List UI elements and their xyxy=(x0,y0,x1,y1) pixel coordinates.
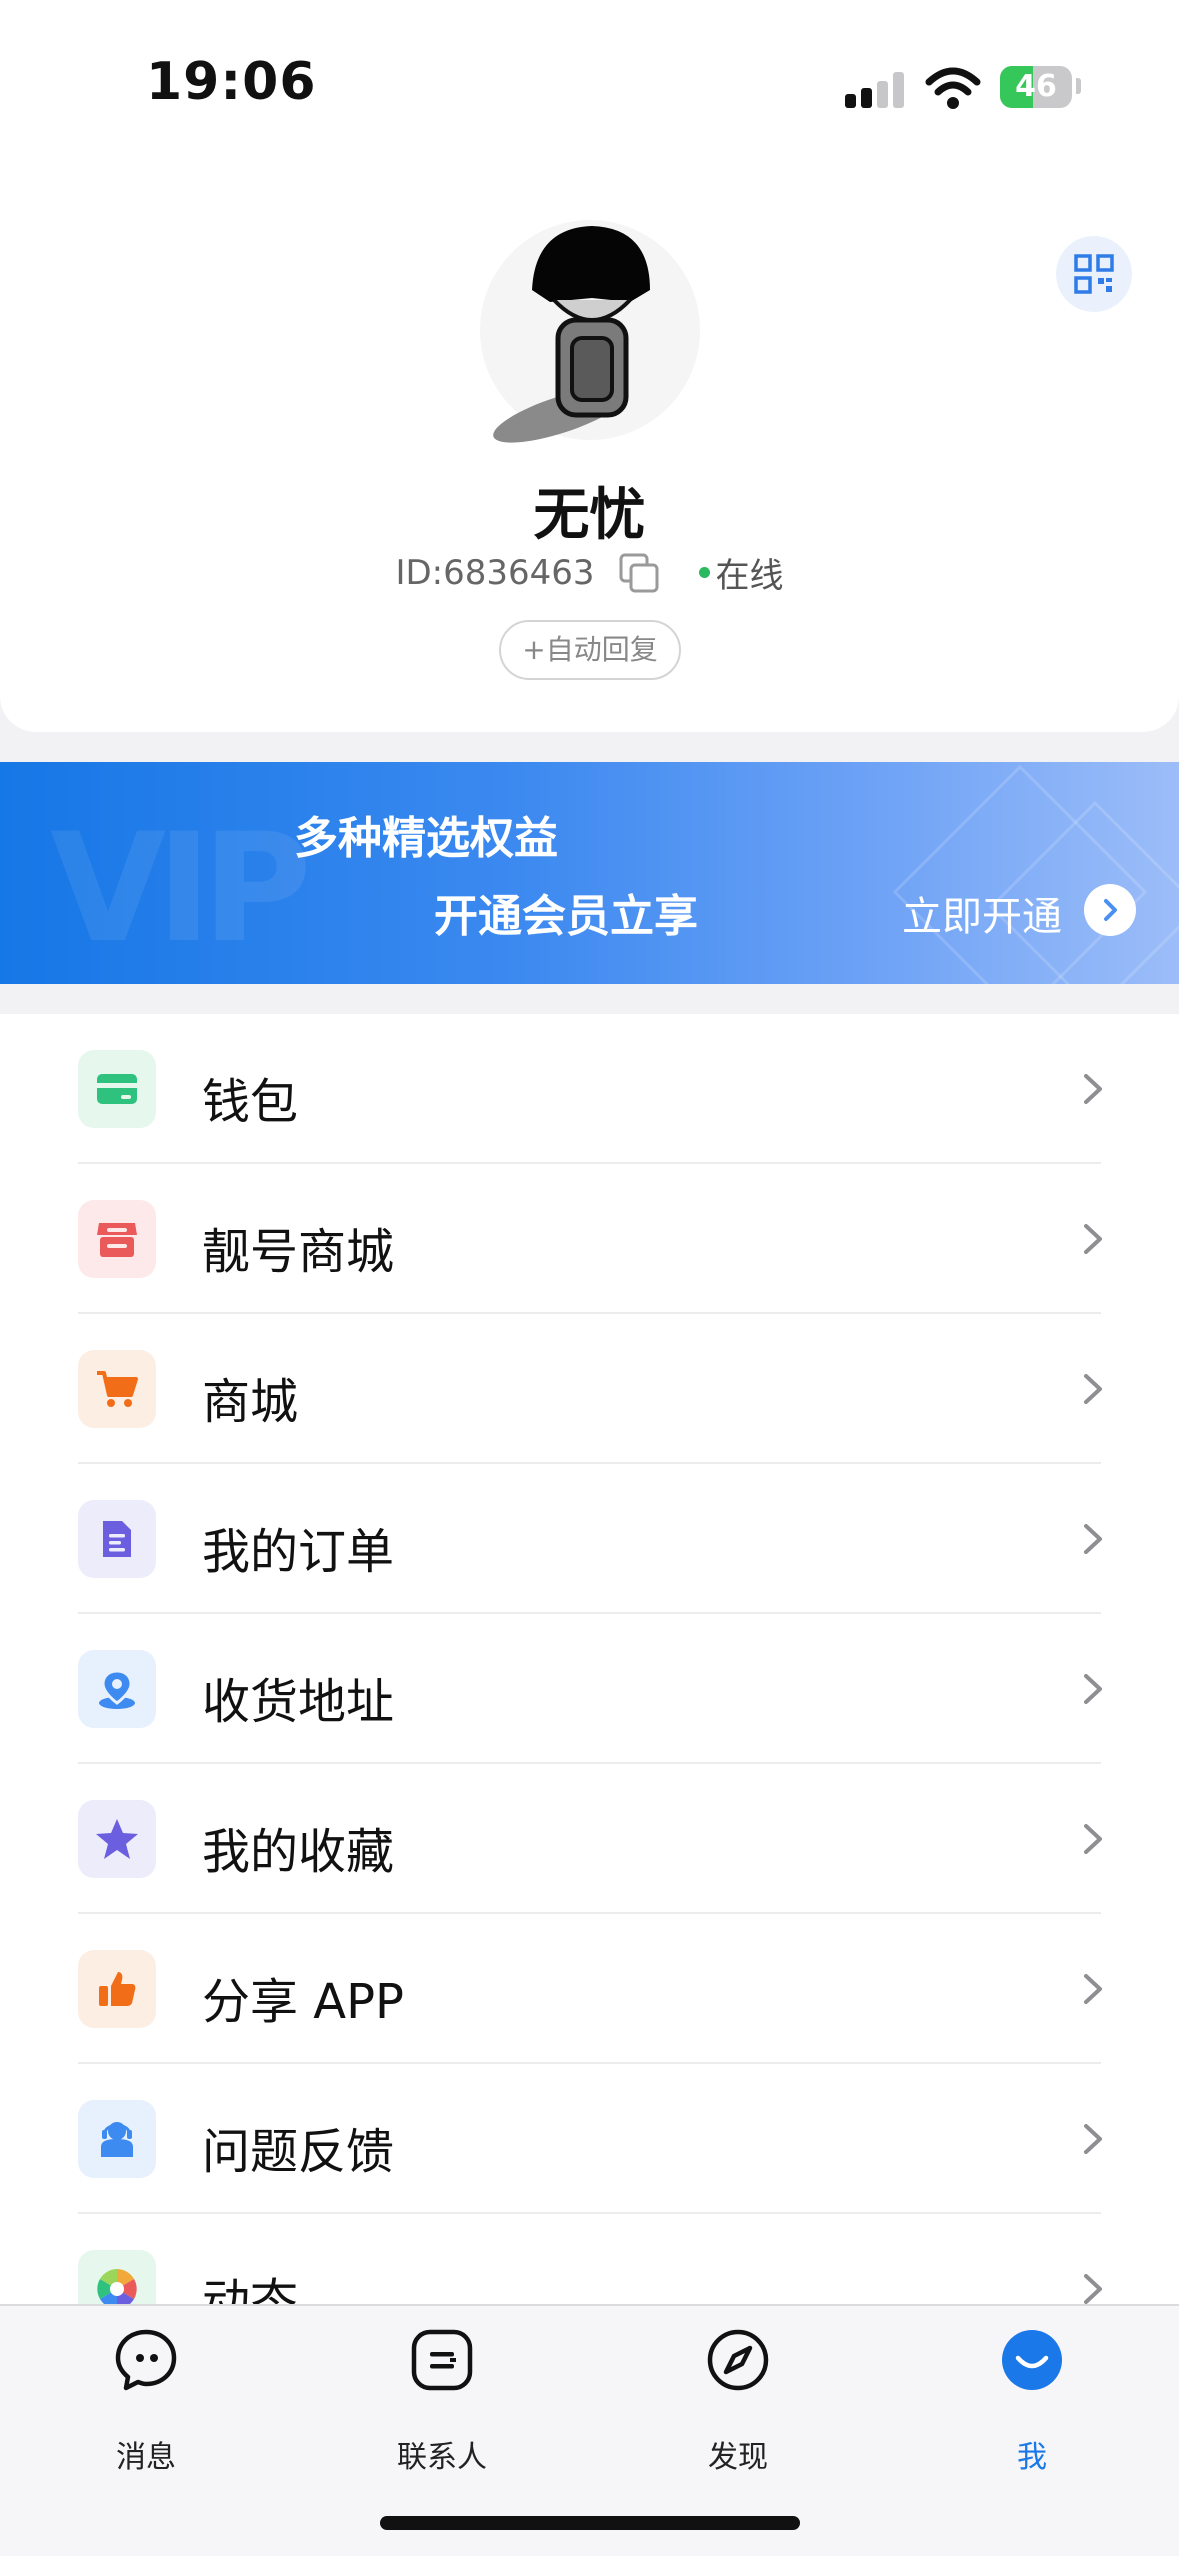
status-time: 19:06 xyxy=(146,52,317,112)
profile-id-row: ID:6836463 在线 xyxy=(0,548,1179,597)
order-document-icon xyxy=(78,1500,156,1578)
wallet-icon xyxy=(78,1050,156,1128)
menu-item-premium-number-store[interactable]: 靓号商城 xyxy=(0,1164,1179,1314)
menu-item-mall[interactable]: 商城 xyxy=(0,1314,1179,1464)
online-status-label: 在线 xyxy=(715,556,784,596)
copy-icon[interactable] xyxy=(617,551,661,595)
menu-item-my-orders[interactable]: 我的订单 xyxy=(0,1464,1179,1614)
chevron-right-icon xyxy=(1084,1674,1102,1704)
online-status-dot xyxy=(698,567,710,578)
menu-item-moments[interactable]: 动态 xyxy=(0,2214,1179,2304)
chevron-right-icon xyxy=(1084,1524,1102,1554)
menu-label: 问题反馈 xyxy=(202,2124,395,2180)
arrow-right-circle-icon[interactable] xyxy=(1084,884,1136,936)
cart-icon xyxy=(78,1350,156,1428)
chevron-right-icon xyxy=(1084,1374,1102,1404)
star-icon xyxy=(78,1800,156,1878)
menu-item-share-app[interactable]: 分享 APP xyxy=(0,1914,1179,2064)
thumbs-up-icon xyxy=(78,1950,156,2028)
profile-name: 无忧 xyxy=(533,483,646,548)
battery-icon: 46 xyxy=(1000,66,1072,108)
chevron-right-icon xyxy=(1084,1974,1102,2004)
message-bubble-icon xyxy=(115,2329,177,2391)
menu-label: 商城 xyxy=(202,1374,299,1430)
vip-promo-line1: 多种精选权益 xyxy=(294,813,558,864)
chevron-right-icon xyxy=(1084,1074,1102,1104)
tab-label: 发现 xyxy=(708,2440,768,2475)
wifi-icon xyxy=(925,67,981,109)
tab-messages[interactable]: 消息 xyxy=(64,2328,224,2478)
menu-label: 靓号商城 xyxy=(202,1224,395,1280)
battery-cap xyxy=(1076,78,1081,94)
battery-level: 46 xyxy=(1015,69,1057,104)
store-icon xyxy=(78,1200,156,1278)
tab-contacts[interactable]: 联系人 xyxy=(360,2328,520,2478)
menu-label: 分享 APP xyxy=(202,1974,404,2030)
qr-code-icon xyxy=(1074,254,1114,294)
vip-watermark: VIP xyxy=(50,802,312,976)
menu-label: 动态 xyxy=(202,2274,299,2304)
menu-item-my-favorites[interactable]: 我的收藏 xyxy=(0,1764,1179,1914)
tab-label: 消息 xyxy=(116,2440,176,2475)
user-id: ID:6836463 xyxy=(395,552,595,593)
chevron-right-icon xyxy=(1084,2124,1102,2154)
status-bar: 19:06 46 xyxy=(0,0,1179,160)
chevron-right-icon xyxy=(1084,2274,1102,2304)
tab-me[interactable]: 我 xyxy=(950,2328,1110,2478)
menu-label: 我的订单 xyxy=(202,1524,395,1580)
menu-item-shipping-address[interactable]: 收货地址 xyxy=(0,1614,1179,1764)
avatar[interactable] xyxy=(480,210,700,450)
moments-aperture-icon xyxy=(78,2250,156,2304)
qr-code-button[interactable] xyxy=(1056,236,1132,312)
menu-item-feedback[interactable]: 问题反馈 xyxy=(0,2064,1179,2214)
menu-item-wallet[interactable]: 钱包 xyxy=(0,1014,1179,1164)
home-indicator xyxy=(380,2516,800,2530)
tab-label: 联系人 xyxy=(397,2440,487,2475)
compass-icon xyxy=(707,2329,769,2391)
chevron-right-icon xyxy=(1084,1824,1102,1854)
location-pin-icon xyxy=(78,1650,156,1728)
auto-reply-button[interactable]: +自动回复 xyxy=(499,620,681,680)
contacts-icon xyxy=(411,2329,473,2391)
cellular-signal-icon xyxy=(845,72,905,108)
vip-banner[interactable]: VIP 多种精选权益 开通会员立享 立即开通 xyxy=(0,762,1179,984)
menu-label: 我的收藏 xyxy=(202,1824,395,1880)
vip-promo-line2: 开通会员立享 xyxy=(434,891,698,942)
tab-discover[interactable]: 发现 xyxy=(656,2328,816,2478)
vip-open-link[interactable]: 立即开通 xyxy=(902,884,1062,942)
menu-label: 收货地址 xyxy=(202,1674,395,1730)
menu-list: 钱包 靓号商城 商城 我的订单 收货地址 我的收藏 分享 APP 问题反馈 动态 xyxy=(0,1014,1179,2304)
customer-service-icon xyxy=(78,2100,156,2178)
menu-label: 钱包 xyxy=(202,1074,299,1130)
profile-smile-icon xyxy=(1002,2330,1062,2390)
tab-label: 我 xyxy=(1017,2440,1047,2475)
chevron-right-icon xyxy=(1084,1224,1102,1254)
